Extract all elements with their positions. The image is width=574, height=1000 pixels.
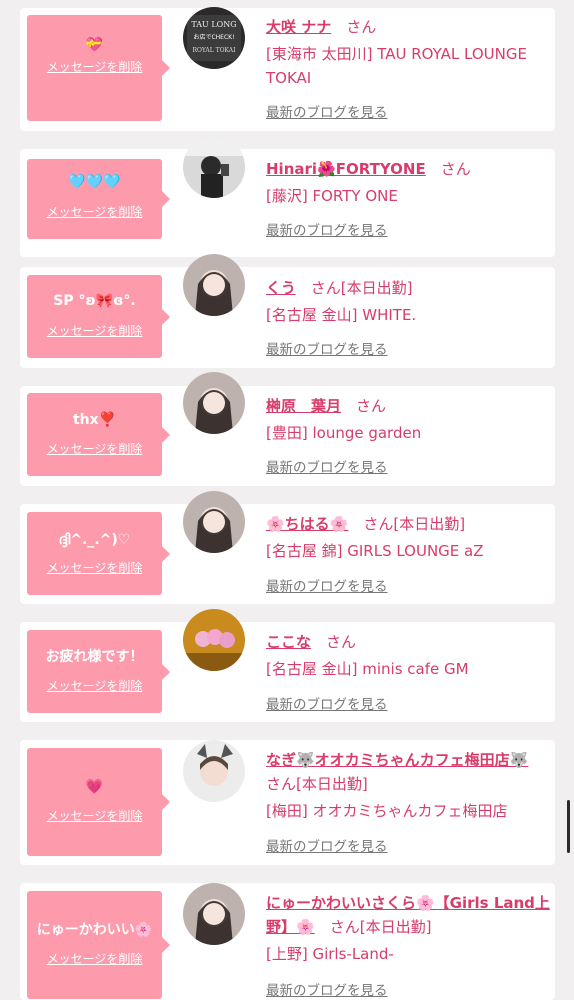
status-badge: [本日出勤]: [340, 279, 413, 297]
message-text: thx❣️: [72, 412, 117, 428]
message-bubble: 💗 メッセージを削除: [27, 748, 170, 856]
delete-message-link[interactable]: メッセージを削除: [27, 678, 162, 694]
latest-blog-link[interactable]: 最新のブログを見る: [266, 338, 388, 358]
name-line: 🌸ちはる🌸 さん[本日出勤]: [266, 512, 556, 536]
cast-name-link[interactable]: ここな: [266, 633, 311, 651]
cast-name-link[interactable]: 榊原 葉月: [266, 397, 341, 415]
name-line: Hinari🌺FORTYONE さん: [266, 157, 556, 181]
message-text: ദ്ദി^._.^)♡: [58, 532, 131, 548]
cast-info: なぎ🐺オオカミちゃんカフェ梅田店🐺 さん[本日出勤] [梅田] オオカミちゃんカフ…: [266, 748, 550, 823]
shop-name: [藤沢] FORTY ONE: [266, 187, 398, 205]
cast-info: Hinari🌺FORTYONE さん [藤沢] FORTY ONE: [266, 157, 550, 208]
honorific: さん: [266, 775, 297, 793]
message-text: お疲れ様です！: [45, 649, 144, 665]
honorific: さん: [356, 397, 387, 415]
shop-name: [名古屋 錦] GIRLS LOUNGE aZ: [266, 542, 484, 560]
shop-name: [上野] Girls-Land-: [266, 945, 394, 963]
logo-text-line: お店でCHECK!: [193, 33, 234, 41]
name-line: にゅーかわいいさくら🌸【Girls Land上野】🌸 さん[本日出勤]: [266, 891, 550, 939]
message-bubble: SP °ʚ🎀ɞ°. メッセージを削除: [27, 275, 170, 358]
logo-text-line: TAU LONG: [191, 20, 236, 29]
honorific: さん: [440, 160, 471, 178]
cast-name-link[interactable]: Hinari🌺FORTYONE: [266, 160, 426, 178]
cast-name-link[interactable]: くう: [266, 279, 296, 297]
name-line: くう さん[本日出勤]: [266, 276, 556, 300]
cast-info: 大咲 ナナ さん [東海市 太田川] TAU ROYAL LOUNGE TOKAI: [266, 15, 550, 90]
delete-message-link[interactable]: メッセージを削除: [27, 323, 162, 339]
latest-blog-link[interactable]: 最新のブログを見る: [266, 575, 388, 595]
delete-message-link[interactable]: メッセージを削除: [27, 441, 162, 457]
avatar[interactable]: [183, 609, 245, 671]
avatar[interactable]: [183, 254, 245, 316]
avatar[interactable]: [183, 136, 245, 198]
cast-info: くう さん[本日出勤] [名古屋 金山] WHITE.: [266, 276, 550, 327]
delete-message-link[interactable]: メッセージを削除: [27, 204, 162, 220]
message-bubble: 🩵🩵🩵 メッセージを削除: [27, 159, 170, 239]
scrollbar[interactable]: [567, 800, 570, 853]
honorific: さん: [363, 515, 394, 533]
honorific: さん: [329, 918, 360, 936]
message-text: 🩵🩵🩵: [68, 174, 121, 190]
message-bubble: にゅーかわいい🌸 メッセージを削除: [27, 891, 170, 999]
delete-message-link[interactable]: メッセージを削除: [27, 808, 162, 824]
honorific: さん: [326, 633, 357, 651]
shop-name: [名古屋 金山] WHITE.: [266, 306, 417, 324]
avatar[interactable]: [183, 883, 245, 945]
shop-name: [豊田] lounge garden: [266, 424, 422, 442]
name-line: ここな さん: [266, 630, 556, 654]
message-text: 💝: [85, 37, 104, 53]
cast-info: 榊原 葉月 さん [豊田] lounge garden: [266, 394, 550, 445]
cast-info: ここな さん [名古屋 金山] minis cafe GM: [266, 630, 550, 681]
avatar[interactable]: [183, 372, 245, 434]
cast-name-link[interactable]: 大咲 ナナ: [266, 18, 331, 36]
message-bubble: ദ്ദി^._.^)♡ メッセージを削除: [27, 512, 170, 595]
shop-name: [名古屋 金山] minis cafe GM: [266, 660, 469, 678]
delete-message-link[interactable]: メッセージを削除: [27, 951, 162, 967]
avatar[interactable]: [183, 740, 245, 802]
shop-name: [梅田] オオカミちゃんカフェ梅田店: [266, 802, 508, 820]
name-line: 大咲 ナナ さん: [266, 15, 556, 39]
latest-blog-link[interactable]: 最新のブログを見る: [266, 835, 388, 855]
message-text: SP °ʚ🎀ɞ°.: [53, 293, 136, 309]
latest-blog-link[interactable]: 最新のブログを見る: [266, 979, 388, 999]
message-text: にゅーかわいい🌸: [36, 922, 153, 938]
cast-name-link[interactable]: 🌸ちはる🌸: [266, 515, 348, 533]
avatar[interactable]: [183, 491, 245, 553]
honorific: さん: [310, 279, 341, 297]
honorific: さん: [346, 18, 377, 36]
logo-text-line: ROYAL TOKAI: [192, 47, 236, 54]
latest-blog-link[interactable]: 最新のブログを見る: [266, 456, 388, 476]
latest-blog-link[interactable]: 最新のブログを見る: [266, 219, 388, 239]
status-badge: [本日出勤]: [359, 918, 432, 936]
delete-message-link[interactable]: メッセージを削除: [27, 59, 162, 75]
status-badge: [本日出勤]: [296, 775, 368, 793]
delete-message-link[interactable]: メッセージを削除: [27, 560, 162, 576]
message-text: 💗: [85, 779, 104, 795]
latest-blog-link[interactable]: 最新のブログを見る: [266, 101, 388, 121]
shop-name: [東海市 太田川] TAU ROYAL LOUNGE TOKAI: [266, 45, 527, 87]
status-badge: [本日出勤]: [393, 515, 466, 533]
name-line: なぎ🐺オオカミちゃんカフェ梅田店🐺 さん[本日出勤]: [266, 748, 550, 796]
message-bubble: thx❣️ メッセージを削除: [27, 393, 170, 476]
name-line: 榊原 葉月 さん: [266, 394, 556, 418]
latest-blog-link[interactable]: 最新のブログを見る: [266, 693, 388, 713]
cast-info: 🌸ちはる🌸 さん[本日出勤] [名古屋 錦] GIRLS LOUNGE aZ: [266, 512, 550, 563]
cast-info: にゅーかわいいさくら🌸【Girls Land上野】🌸 さん[本日出勤] [上野] …: [266, 891, 550, 966]
message-bubble: 💝 メッセージを削除: [27, 15, 170, 121]
message-bubble: お疲れ様です！ メッセージを削除: [27, 630, 170, 713]
cast-name-link[interactable]: なぎ🐺オオカミちゃんカフェ梅田店🐺: [266, 751, 528, 769]
avatar[interactable]: TAU LONG お店でCHECK! ROYAL TOKAI: [183, 7, 245, 69]
